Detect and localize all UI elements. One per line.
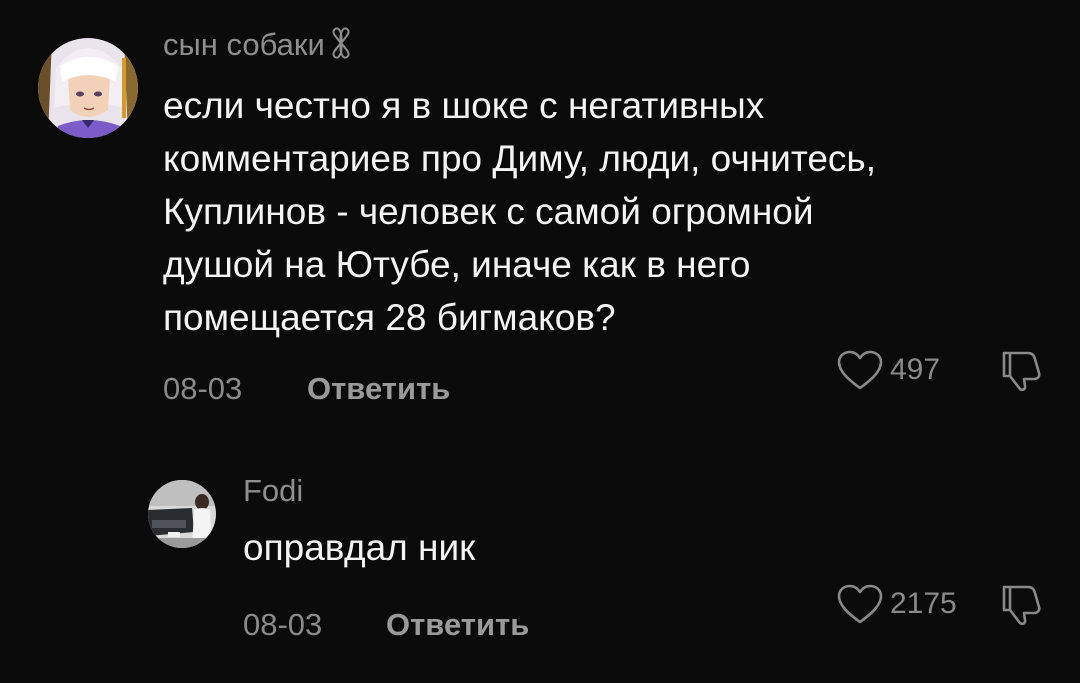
username-text: сын собаки xyxy=(163,27,325,63)
username[interactable]: сын собаки xyxy=(163,26,353,68)
comment-text-line: оправдал ник xyxy=(243,527,476,568)
comment-text-line: если честно я в шоке с негативных xyxy=(163,85,765,126)
comment-date: 08-03 xyxy=(163,371,243,406)
comment-text: оправдал ник xyxy=(243,521,475,574)
comment-text: если честно я в шоке с негативных коммен… xyxy=(163,79,876,344)
thumbs-down-icon xyxy=(998,349,1044,393)
username[interactable]: Fodi xyxy=(243,473,303,509)
like-button[interactable]: 2175 xyxy=(836,583,957,625)
heart-icon xyxy=(836,583,884,625)
thumbs-down-icon xyxy=(998,583,1044,627)
like-count: 2175 xyxy=(890,587,957,620)
sparkle-infinity-icon xyxy=(329,26,353,68)
heart-icon xyxy=(836,349,884,391)
comment-text-line: душой на Ютубе, иначе как в него xyxy=(163,244,751,285)
dislike-button[interactable] xyxy=(998,349,1044,393)
anime-avatar-icon xyxy=(38,38,138,138)
like-count: 497 xyxy=(890,353,941,386)
avatar[interactable] xyxy=(148,480,216,548)
photo-avatar-icon xyxy=(148,480,216,548)
like-button[interactable]: 497 xyxy=(836,349,940,391)
reply-button[interactable]: Ответить xyxy=(307,371,450,407)
reply-button[interactable]: Ответить xyxy=(386,607,529,643)
avatar[interactable] xyxy=(38,38,138,138)
comment-date: 08-03 xyxy=(243,607,323,642)
comment-text-line: комментариев про Диму, люди, очнитесь, xyxy=(163,138,876,179)
comment-text-line: помещается 28 бигмаков? xyxy=(163,297,616,338)
dislike-button[interactable] xyxy=(998,583,1044,627)
comment-text-line: Куплинов - человек с самой огромной xyxy=(163,191,814,232)
